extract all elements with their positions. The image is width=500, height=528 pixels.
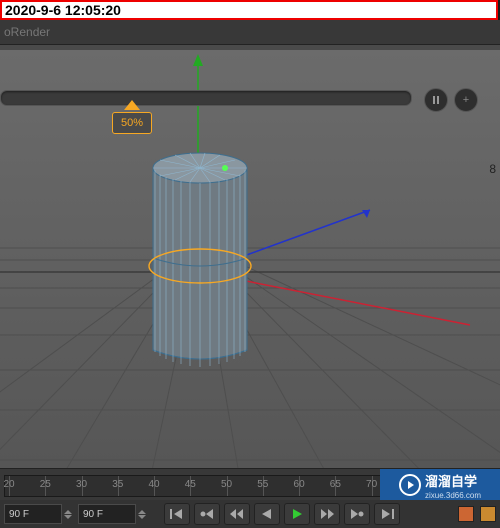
record-button[interactable] bbox=[458, 506, 474, 522]
plus-icon: + bbox=[463, 94, 469, 106]
goto-start-button[interactable] bbox=[164, 503, 190, 525]
timeline-tick-label: 40 bbox=[148, 479, 159, 490]
playbar: 90 F 90 F bbox=[0, 500, 500, 528]
renderer-label: oRender bbox=[4, 25, 50, 39]
timeline-tick-label: 55 bbox=[257, 479, 268, 490]
title-bar: oRender bbox=[0, 20, 500, 44]
timeline-tick-label: 20 bbox=[3, 479, 14, 490]
timeline-tick-label: 65 bbox=[330, 479, 341, 490]
watermark-overlay: 溜溜自学 zixue.3d66.com bbox=[380, 469, 500, 501]
frame-end-field[interactable]: 90 F bbox=[78, 504, 136, 524]
timeline-tick-label: 35 bbox=[112, 479, 123, 490]
goto-end-button[interactable] bbox=[374, 503, 400, 525]
pause-button[interactable] bbox=[424, 88, 448, 112]
add-button[interactable]: + bbox=[454, 88, 478, 112]
timestamp-text: 2020-9-6 12:05:20 bbox=[2, 2, 121, 18]
keyframe-button[interactable] bbox=[480, 506, 496, 522]
timeline-tick-label: 60 bbox=[294, 479, 305, 490]
scene-svg bbox=[0, 50, 500, 468]
frame-end-stepper[interactable] bbox=[138, 510, 148, 519]
watermark-text: 溜溜自学 bbox=[425, 471, 481, 490]
play-forward-button[interactable] bbox=[284, 503, 310, 525]
watermark-play-icon bbox=[399, 474, 421, 496]
prev-key-button[interactable] bbox=[194, 503, 220, 525]
frame-start-field[interactable]: 90 F bbox=[4, 504, 62, 524]
next-frame-button[interactable] bbox=[314, 503, 340, 525]
timeline-tick-label: 25 bbox=[40, 479, 51, 490]
timeline-tick-label: 45 bbox=[185, 479, 196, 490]
preview-slider-handle[interactable] bbox=[124, 100, 140, 110]
timeline-tick-label: 50 bbox=[221, 479, 232, 490]
play-backward-button[interactable] bbox=[254, 503, 280, 525]
watermark-sub: zixue.3d66.com bbox=[425, 491, 481, 500]
viewport-3d[interactable]: 50% + 8 bbox=[0, 50, 500, 468]
timeline-tick-label: 30 bbox=[76, 479, 87, 490]
cylinder-object bbox=[149, 153, 251, 367]
pause-icon bbox=[433, 96, 439, 104]
viewport-info: 8 bbox=[489, 160, 496, 178]
timeline-tick-label: 70 bbox=[366, 479, 377, 490]
preview-slider-value: 50% bbox=[112, 112, 152, 134]
preview-slider-track[interactable] bbox=[0, 90, 412, 106]
next-key-button[interactable] bbox=[344, 503, 370, 525]
timestamp-bar: 2020-9-6 12:05:20 bbox=[0, 0, 498, 20]
prev-frame-button[interactable] bbox=[224, 503, 250, 525]
frame-start-stepper[interactable] bbox=[64, 510, 74, 519]
timeline[interactable]: 20 25 30 35 40 45 50 55 60 65 70 溜溜自学 zixue.3d66.c… bbox=[0, 468, 500, 502]
